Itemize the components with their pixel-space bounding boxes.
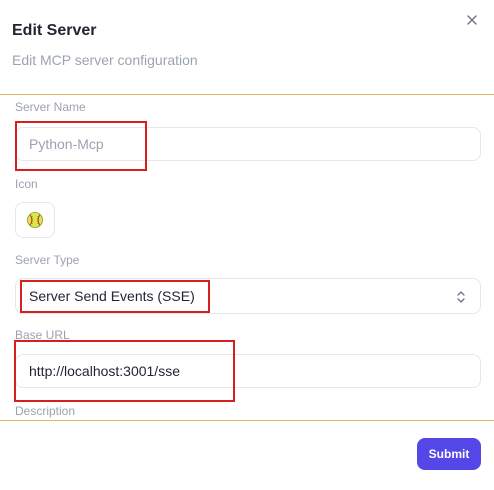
base-url-label: Base URL — [15, 328, 70, 342]
server-type-value: Server Send Events (SSE) — [29, 288, 195, 304]
dialog-title: Edit Server — [12, 22, 97, 39]
server-type-label: Server Type — [15, 253, 80, 267]
server-type-select[interactable]: Server Send Events (SSE) — [15, 278, 481, 314]
base-url-input[interactable]: http://localhost:3001/sse — [15, 354, 481, 388]
dialog-subtitle: Edit MCP server configuration — [12, 52, 198, 68]
server-form: Server Name Python-Mcp Icon Server Type … — [0, 95, 494, 420]
icon-label: Icon — [15, 177, 38, 191]
footer-divider — [0, 420, 494, 421]
close-icon[interactable] — [464, 12, 480, 28]
server-name-label: Server Name — [15, 100, 86, 114]
chevron-up-down-icon — [457, 291, 465, 303]
dialog-header: Edit Server Edit MCP server configuratio… — [0, 0, 494, 95]
softball-icon — [27, 212, 43, 228]
description-label: Description — [15, 404, 76, 418]
edit-server-dialog: Edit Server Edit MCP server configuratio… — [0, 0, 494, 490]
server-name-input[interactable]: Python-Mcp — [15, 127, 481, 161]
submit-button[interactable]: Submit — [417, 438, 481, 470]
icon-picker-button[interactable] — [15, 202, 55, 238]
